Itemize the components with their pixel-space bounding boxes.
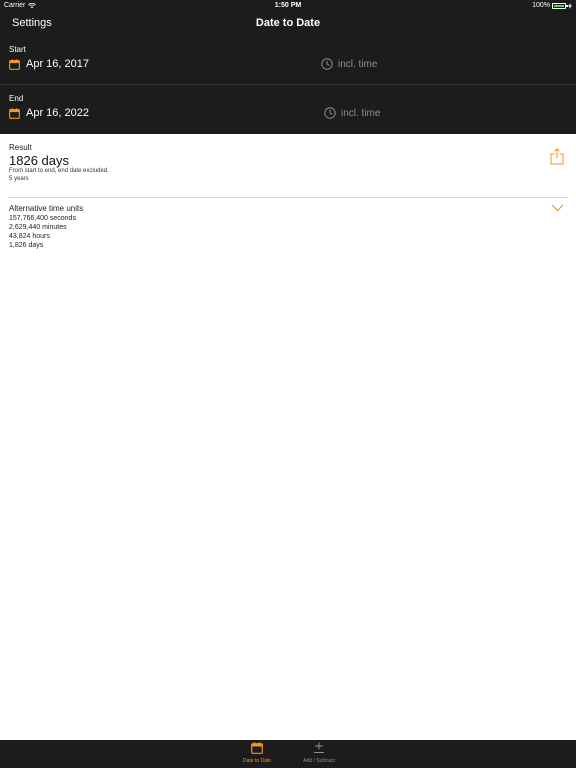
start-date-picker[interactable]: Apr 16, 2017 bbox=[9, 58, 89, 70]
list-item: 43,824 hours bbox=[9, 233, 50, 240]
tab-add-subtract[interactable]: Add / Subtract bbox=[289, 742, 349, 768]
tab-label: Add / Subtract bbox=[303, 758, 335, 764]
battery-icon bbox=[552, 2, 568, 9]
battery-percent: 100% bbox=[532, 2, 550, 9]
end-date-picker[interactable]: Apr 16, 2022 bbox=[9, 107, 89, 119]
end-date-value: Apr 16, 2022 bbox=[26, 107, 89, 119]
result-years: 5 years bbox=[9, 176, 29, 182]
alternative-units-list: 157,766,400 seconds 2,629,440 minutes 43… bbox=[9, 214, 76, 250]
list-item: 1,826 days bbox=[9, 242, 44, 249]
list-item: 2,629,440 minutes bbox=[9, 224, 67, 231]
app-window: Carrier 1:50 PM 100% Settings Date to Da… bbox=[0, 0, 576, 768]
date-inputs-section: Start Apr 16, 2017 incl. time End Apr 16… bbox=[0, 36, 576, 134]
clock-icon bbox=[324, 107, 336, 119]
chevron-down-icon[interactable] bbox=[551, 204, 564, 212]
calendar-icon bbox=[9, 107, 20, 119]
alternative-units-title: Alternative time units bbox=[9, 204, 84, 213]
end-date-row: End Apr 16, 2022 incl. time bbox=[0, 85, 576, 134]
tab-bar: Date to Date Add / Subtract bbox=[0, 740, 576, 768]
page-title: Date to Date bbox=[255, 17, 321, 29]
navigation-bar: Settings Date to Date bbox=[0, 12, 576, 36]
start-date-value: Apr 16, 2017 bbox=[26, 58, 89, 70]
result-section: Result 1826 days From start to end, end … bbox=[0, 134, 576, 198]
start-label: Start bbox=[9, 45, 26, 54]
alternative-units-section: Alternative time units 157,766,400 secon… bbox=[0, 198, 576, 258]
start-date-row: Start Apr 16, 2017 incl. time bbox=[0, 36, 576, 85]
tab-label: Date to Date bbox=[242, 758, 272, 764]
share-icon[interactable] bbox=[550, 148, 564, 165]
tab-date-to-date[interactable]: Date to Date bbox=[227, 742, 287, 768]
status-time: 1:50 PM bbox=[274, 2, 302, 9]
start-incl-time-label: incl. time bbox=[338, 58, 378, 70]
end-label: End bbox=[9, 94, 24, 103]
result-value: 1826 days bbox=[9, 153, 69, 168]
clock-icon bbox=[321, 58, 333, 70]
calendar-icon bbox=[251, 742, 263, 754]
start-incl-time-toggle[interactable]: incl. time bbox=[321, 58, 377, 70]
result-description: From start to end, end date excluded. bbox=[9, 168, 109, 174]
calendar-icon bbox=[9, 58, 20, 70]
plus-minus-icon bbox=[314, 742, 324, 753]
result-label: Result bbox=[9, 143, 32, 152]
status-bar: Carrier 1:50 PM 100% bbox=[0, 0, 576, 12]
list-item: 157,766,400 seconds bbox=[9, 215, 76, 222]
end-incl-time-label: incl. time bbox=[341, 107, 381, 119]
end-incl-time-toggle[interactable]: incl. time bbox=[324, 107, 380, 119]
charging-icon bbox=[568, 2, 572, 9]
